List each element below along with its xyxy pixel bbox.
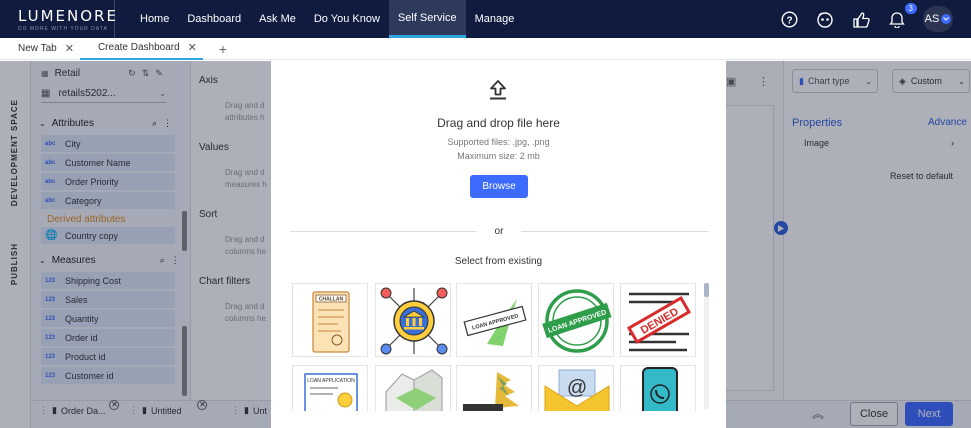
nav-self-service[interactable]: Self Service (388, 0, 466, 38)
scrollbar-track[interactable] (704, 283, 709, 409)
challan-text: CHALLAN (319, 297, 344, 303)
loan-approved-seal-thumb[interactable]: LOAN APPROVED (538, 283, 614, 357)
phone-call-image-thumb[interactable] (620, 365, 696, 411)
upload-icon (490, 80, 506, 100)
max-size-text: Maximum size: 2 mb (457, 151, 540, 161)
notification-badge: 3 (904, 2, 917, 14)
divider-right (521, 231, 708, 232)
nav-do-you-know[interactable]: Do You Know (305, 0, 389, 38)
help-icon[interactable]: ? (779, 10, 799, 28)
loan-application-thumb[interactable]: LOAN APPLICATION (292, 365, 368, 411)
denied-document-thumb[interactable]: DENIED (620, 283, 696, 357)
buildings-image-thumb[interactable] (375, 365, 451, 411)
add-tab-icon[interactable]: + (219, 41, 227, 57)
nav-ask-me[interactable]: Ask Me (250, 0, 305, 38)
select-existing-text: Select from existing (454, 256, 543, 267)
divider-left (290, 231, 476, 232)
user-avatar[interactable]: AS (923, 6, 953, 32)
nav-dashboard[interactable]: Dashboard (178, 0, 250, 38)
nav-home[interactable]: Home (131, 0, 178, 38)
email-at-text: @ (567, 377, 587, 399)
bot-icon[interactable] (815, 11, 835, 28)
lumenore-logo[interactable]: LUMENORE DO MORE WITH YOUR DATA (0, 0, 118, 38)
top-navbar: LUMENORE DO MORE WITH YOUR DATA Home Das… (0, 0, 971, 38)
logo-subtext: DO MORE WITH YOUR DATA (18, 25, 108, 32)
thumbs-up-icon[interactable] (851, 11, 871, 28)
bank-network-image-thumb[interactable] (375, 283, 451, 357)
close-icon[interactable]: ✕ (188, 41, 197, 54)
tab-bar: New Tab ✕ Create Dashboard ✕ + (0, 38, 971, 60)
notification-bell-icon[interactable]: 3 (887, 2, 917, 28)
tab-create-dashboard[interactable]: Create Dashboard ✕ (79, 38, 203, 60)
close-icon[interactable]: ✕ (65, 42, 74, 55)
email-image-thumb[interactable]: @ (538, 365, 614, 411)
loan-application-text: LOAN APPLICATION (307, 378, 355, 384)
loan-approved-stamp-thumb[interactable]: LOAN APPROVED (456, 283, 532, 357)
avatar-initials: AS (924, 13, 940, 25)
image-upload-modal: Drag and drop file here Supported files:… (271, 61, 726, 428)
logo-text: LUMENORE (18, 6, 118, 25)
growth-chart-image-thumb[interactable] (456, 365, 532, 411)
or-text: or (494, 226, 504, 237)
supported-files-text: Supported files: .jpg, .png (447, 137, 550, 147)
tab-new-tab[interactable]: New Tab ✕ (0, 38, 80, 60)
chevron-down-icon (941, 14, 952, 24)
scrollbar-thumb[interactable] (704, 283, 709, 297)
nav-manage[interactable]: Manage (466, 0, 524, 38)
challan-image-thumb[interactable]: CHALLAN (292, 283, 368, 357)
svg-text:?: ? (786, 15, 792, 26)
drag-drop-text: Drag and drop file here (437, 116, 560, 130)
tab-label: Create Dashboard (97, 42, 180, 53)
browse-button[interactable]: Browse (470, 175, 528, 198)
tab-label: New Tab (18, 43, 57, 54)
